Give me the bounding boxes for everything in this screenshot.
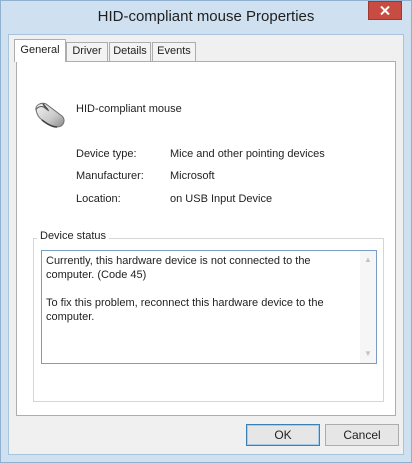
tab-events[interactable]: Events [152,42,196,61]
window-title: HID-compliant mouse Properties [97,8,315,25]
tab-details[interactable]: Details [109,42,151,61]
scroll-up-icon[interactable]: ▲ [360,253,376,267]
scroll-down-icon[interactable]: ▼ [360,347,376,361]
manufacturer-value: Microsoft [170,170,215,182]
location-label: Location: [76,193,121,205]
device-status-title: Device status [37,230,110,242]
close-button[interactable] [368,1,402,20]
tab-driver[interactable]: Driver [66,42,108,61]
device-type-value: Mice and other pointing devices [170,148,325,160]
status-fix-instructions: To fix this problem, reconnect this hard… [46,297,324,323]
location-value: on USB Input Device [170,193,273,205]
status-message: Currently, this hardware device is not c… [46,255,311,281]
device-type-label: Device type: [76,148,137,160]
dialog-client-area: General Driver Details Events HID-compli… [8,34,404,455]
ok-button[interactable]: OK [246,424,320,446]
device-status-textbox[interactable]: Currently, this hardware device is not c… [41,250,377,364]
close-icon [380,6,390,15]
cancel-button[interactable]: Cancel [325,424,399,446]
manufacturer-label: Manufacturer: [76,170,144,182]
device-status-text: Currently, this hardware device is not c… [46,254,358,338]
device-name: HID-compliant mouse [76,103,182,115]
mouse-icon [35,102,65,128]
tab-general[interactable]: General [14,39,66,62]
general-tab-panel: HID-compliant mouse Device type: Mice an… [16,61,396,416]
properties-window: HID-compliant mouse Properties General D… [0,0,412,463]
title-bar[interactable]: HID-compliant mouse Properties [1,1,411,34]
status-scrollbar[interactable]: ▲ ▼ [360,251,376,363]
